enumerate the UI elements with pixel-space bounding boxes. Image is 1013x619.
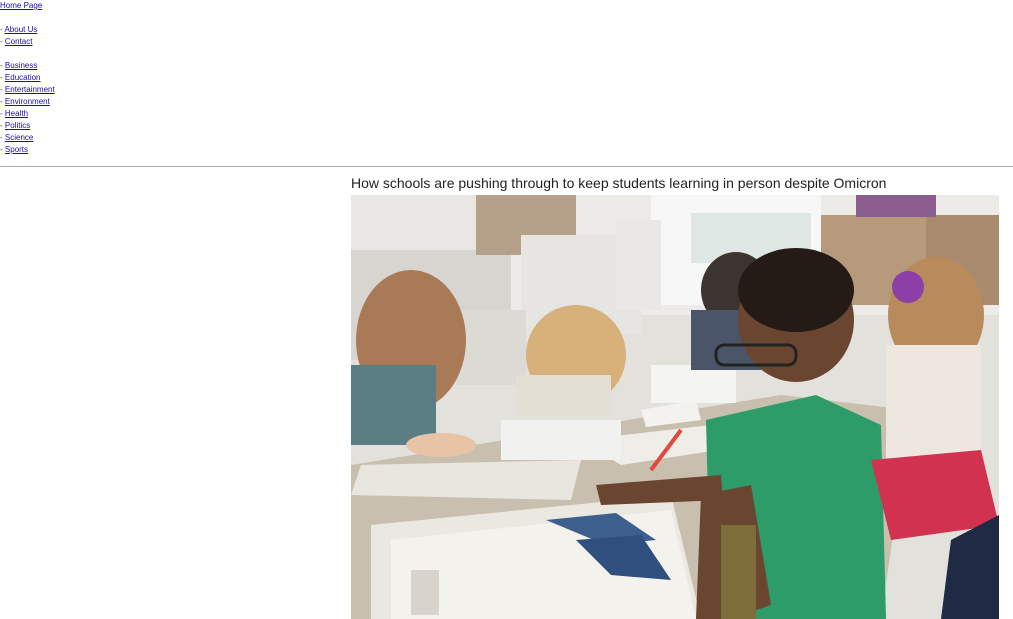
classroom-photo xyxy=(351,195,999,619)
nav-bullet: - xyxy=(0,61,3,70)
nav-bullet: - xyxy=(0,25,3,34)
contact-link[interactable]: Contact xyxy=(5,37,33,46)
nav-bullet: - xyxy=(0,109,3,118)
category-link-education[interactable]: Education xyxy=(5,73,41,82)
category-link-science[interactable]: Science xyxy=(5,133,33,142)
nav-bullet: - xyxy=(0,85,3,94)
article-image xyxy=(351,195,999,619)
site-nav: Home Page - About Us - Contact - Busines… xyxy=(0,0,55,156)
nav-bullet: - xyxy=(0,97,3,106)
category-link-health[interactable]: Health xyxy=(5,109,28,118)
nav-bullet: - xyxy=(0,145,3,154)
home-page-link[interactable]: Home Page xyxy=(0,1,42,10)
nav-bullet: - xyxy=(0,133,3,142)
horizontal-rule xyxy=(0,166,1013,167)
category-link-business[interactable]: Business xyxy=(5,61,37,70)
about-us-link[interactable]: About Us xyxy=(4,25,37,34)
category-link-environment[interactable]: Environment xyxy=(5,97,50,106)
nav-bullet: - xyxy=(0,37,3,46)
category-link-sports[interactable]: Sports xyxy=(5,145,28,154)
article-title: How schools are pushing through to keep … xyxy=(351,175,887,191)
category-link-entertainment[interactable]: Entertainment xyxy=(5,85,55,94)
category-link-politics[interactable]: Politics xyxy=(5,121,30,130)
nav-bullet: - xyxy=(0,121,3,130)
nav-bullet: - xyxy=(0,73,3,82)
